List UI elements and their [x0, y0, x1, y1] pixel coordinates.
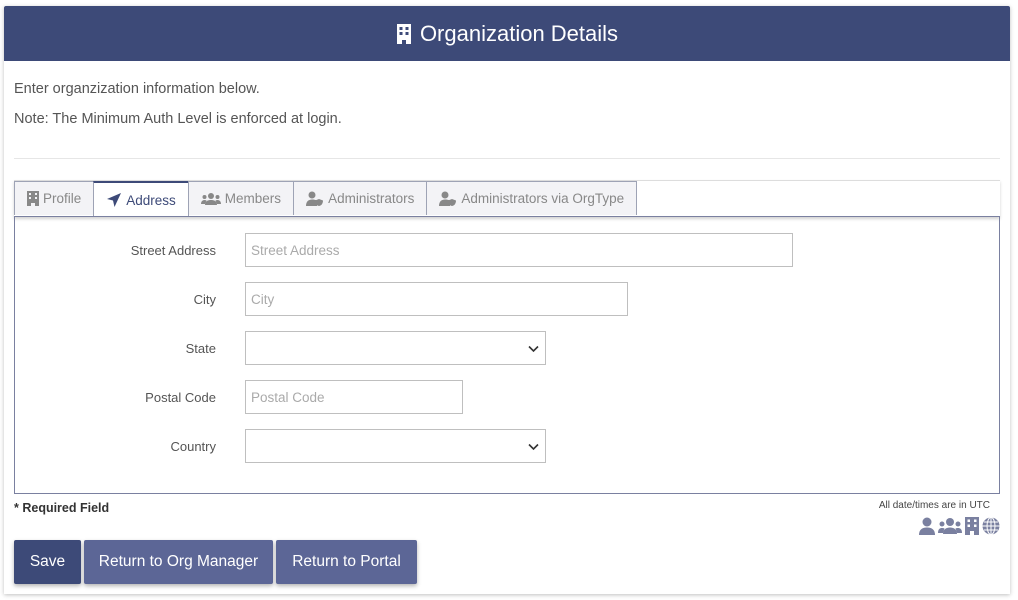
tab-address[interactable]: Address	[93, 181, 189, 217]
city-label: City	[193, 291, 216, 307]
state-select[interactable]	[245, 331, 546, 365]
return-to-org-manager-button[interactable]: Return to Org Manager	[84, 540, 273, 584]
users-icon	[200, 192, 221, 205]
chevron-down-icon	[528, 345, 539, 353]
save-button[interactable]: Save	[14, 540, 81, 584]
postal-label: Postal Code	[145, 389, 216, 405]
country-select[interactable]	[245, 429, 546, 463]
page-header: Organization Details	[4, 6, 1010, 61]
globe-icon[interactable]	[982, 517, 1000, 535]
page-title: Organization Details	[419, 20, 619, 46]
divider	[14, 158, 1000, 159]
building-icon	[396, 23, 412, 45]
users-icon[interactable]	[938, 517, 962, 535]
required-field-note: * Required Field	[14, 501, 110, 515]
user-shield-icon	[306, 191, 324, 206]
auth-note: Note: The Minimum Auth Level is enforced…	[14, 111, 342, 127]
chevron-down-icon	[528, 443, 539, 451]
user-shield-icon	[439, 191, 457, 206]
country-label: Country	[170, 438, 216, 454]
tab-label: Administrators	[328, 191, 415, 206]
intro-text: Enter organzization information below. N…	[14, 81, 342, 141]
tab-bar: Profile Address Members Administrators A…	[14, 180, 1000, 217]
address-form: Street Address City State Postal Code Co…	[14, 216, 1000, 494]
city-input[interactable]	[245, 282, 628, 316]
tab-members[interactable]: Members	[187, 181, 295, 215]
tab-label: Administrators via OrgType	[461, 191, 625, 206]
building-icon[interactable]	[965, 517, 979, 535]
tab-label: Members	[224, 191, 282, 206]
street-row: Street Address	[15, 233, 793, 267]
tab-profile[interactable]: Profile	[14, 181, 95, 215]
location-arrow-icon	[107, 193, 122, 207]
street-label: Street Address	[130, 242, 216, 258]
postal-row: Postal Code	[15, 380, 463, 414]
footer-icon-bar	[919, 517, 1000, 535]
city-row: City	[15, 282, 628, 316]
intro-line: Enter organzization information below.	[14, 81, 260, 97]
country-row: Country	[15, 429, 546, 463]
tab-administrators-via-orgtype[interactable]: Administrators via OrgType	[426, 181, 638, 215]
return-to-portal-button[interactable]: Return to Portal	[276, 540, 417, 584]
utc-note: All date/times are in UTC	[878, 500, 990, 511]
street-address-input[interactable]	[245, 233, 793, 267]
user-icon[interactable]	[919, 517, 935, 535]
postal-code-input[interactable]	[245, 380, 463, 414]
state-label: State	[185, 340, 216, 356]
building-icon	[27, 191, 39, 206]
tab-label: Profile	[43, 191, 82, 206]
tab-administrators[interactable]: Administrators	[293, 181, 428, 215]
state-row: State	[15, 331, 546, 365]
org-details-panel: Organization Details Enter organzization…	[4, 6, 1010, 594]
tab-label: Address	[126, 192, 176, 208]
